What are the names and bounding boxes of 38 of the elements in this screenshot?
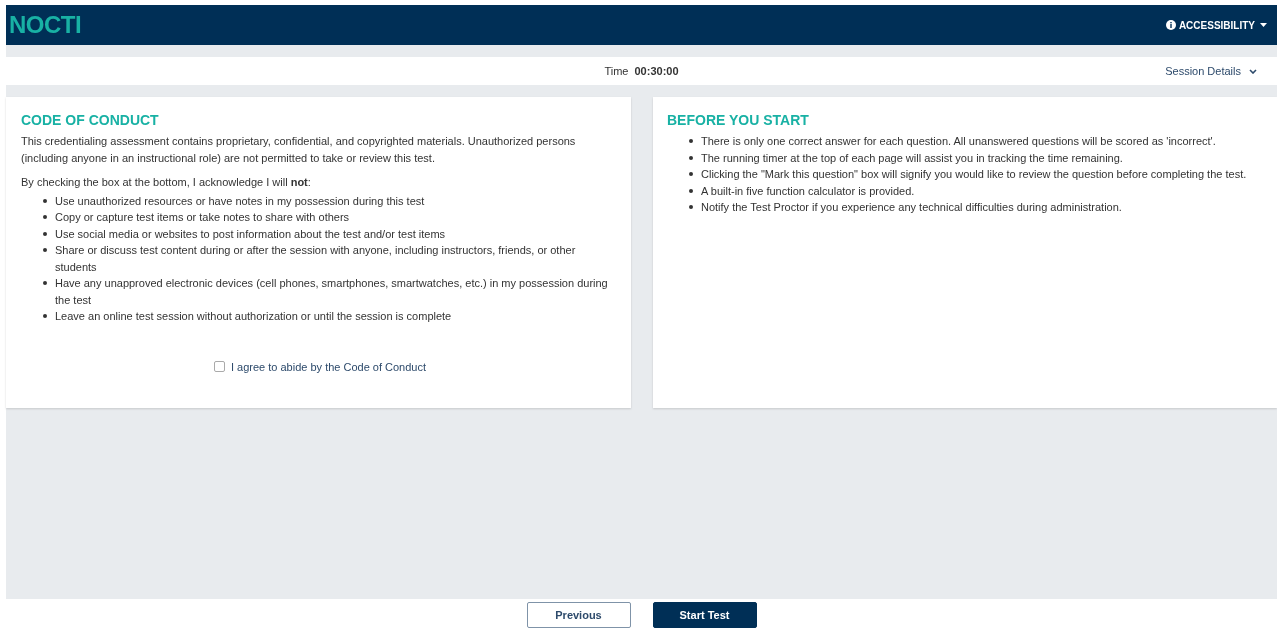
time-value: 00:30:00 (634, 63, 679, 79)
checkbox-icon (213, 361, 225, 373)
list-item: Copy or capture test items or take notes to share with others (55, 210, 350, 225)
agree-checkbox[interactable]: I agree to abide by the Code of Conduct (213, 358, 427, 375)
logo: NOCTI (9, 13, 82, 37)
caret-icon (1260, 23, 1267, 27)
list-item: Clicking the "Mark this question" box will signify you would like to review the question before completing the test. (701, 167, 1247, 182)
start-test-button[interactable]: Start Test (652, 602, 757, 628)
bullet-icon (43, 248, 47, 252)
bullet-icon (689, 172, 693, 176)
chevron-down-icon (1249, 68, 1257, 74)
time-label: Time (604, 63, 629, 79)
card-title: CODE OF CONDUCT (21, 111, 160, 129)
previous-button[interactable]: Previous (526, 602, 631, 628)
list-item: Leave an online test session without authorization or until the session is complete (55, 309, 452, 324)
session-details-toggle[interactable]: Session Details (1165, 62, 1257, 80)
accessibility-menu[interactable]: ACCESSIBILITY (1165, 17, 1267, 33)
acknowledge-text: By checking the box at the bottom, I acknowledge I will not: (21, 175, 312, 190)
list-item: There is only one correct answer for each question. All unanswered questions will be scored as 'incorrect'. (701, 134, 1216, 149)
list-item: The running timer at the top of each page will assist you in tracking the time remaining. (701, 150, 1123, 166)
bullet-icon (689, 155, 693, 160)
bullet-icon (43, 314, 47, 318)
list-item: Notify the Test Proctor if you experience any technical difficulties during administration. (701, 200, 1122, 215)
list-item: Have any unapproved electronic devices (cell phones, smartphones, smartwatches, etc.) in my possession during the test (55, 276, 609, 308)
intro-paragraph: This credentialing assessment contains proprietary, confidential, and copyrighted materials. Unauthorized persons (including anyone in an instructional role) are not permitted to take or review this test. (21, 134, 577, 166)
list-item: Share or discuss test content during or after the session with anyone, including instructors, friends, or other students (55, 243, 577, 275)
bullet-icon (43, 281, 47, 285)
bullet-icon (43, 231, 47, 236)
list-item: Use social media or websites to post information about the test and/or test items (55, 226, 446, 242)
bullet-icon (43, 198, 47, 203)
bullet-icon (689, 205, 693, 209)
list-item: Use unauthorized resources or have notes in my possession during this test (55, 193, 425, 209)
list-item: A built-in five function calculator is provided. (701, 183, 915, 199)
card-title: BEFORE YOU START (667, 111, 810, 129)
bullet-icon (689, 139, 693, 143)
bullet-icon (689, 188, 693, 193)
info-icon (1165, 20, 1176, 30)
bullet-icon (43, 215, 47, 219)
